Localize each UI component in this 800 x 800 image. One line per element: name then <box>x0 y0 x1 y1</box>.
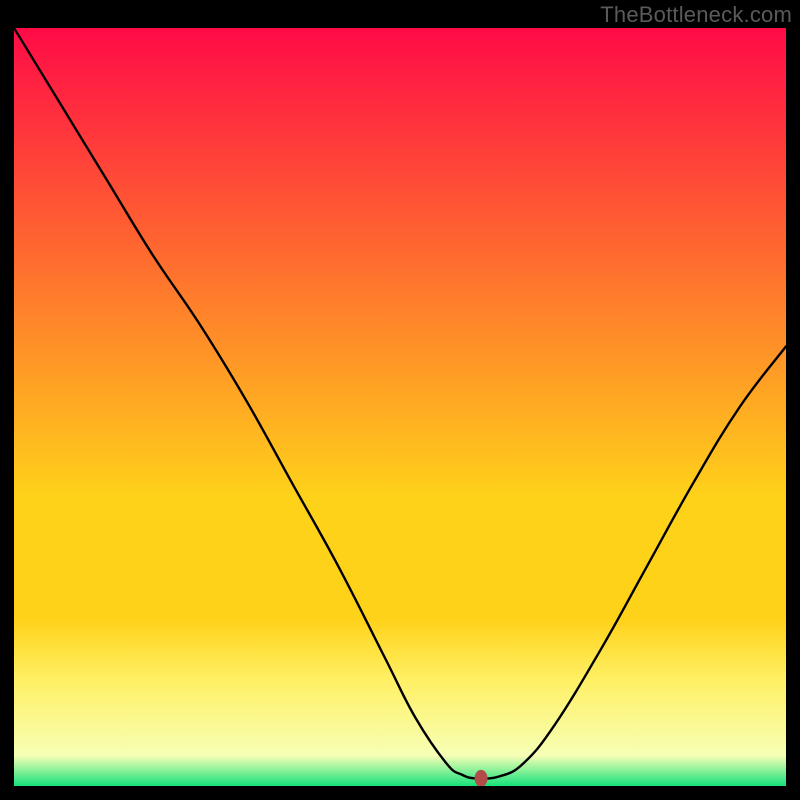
gradient-background <box>14 28 786 786</box>
chart-stage: TheBottleneck.com <box>0 0 800 800</box>
plot-svg <box>14 28 786 786</box>
plot-area <box>14 28 786 786</box>
watermark-text: TheBottleneck.com <box>600 2 792 28</box>
